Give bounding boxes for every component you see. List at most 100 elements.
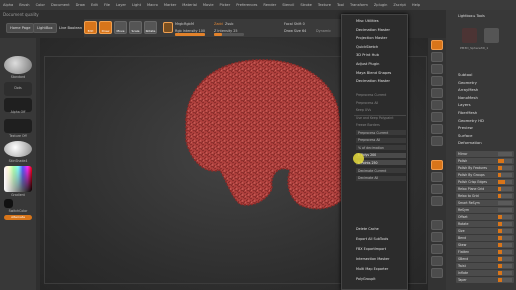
palette-section-geometry[interactable]: Geometry <box>446 80 516 85</box>
deformation-row[interactable]: Size <box>456 228 514 234</box>
move-view-button[interactable] <box>431 172 443 182</box>
deformation-slider[interactable] <box>498 187 512 191</box>
dropdown-item[interactable]: Adjust Plugin <box>356 62 379 66</box>
decimation-control[interactable]: Decimate Current <box>356 168 406 173</box>
palette-section-deformation[interactable]: Deformation <box>446 140 516 145</box>
deformation-row[interactable]: Taper <box>456 277 514 283</box>
deformation-row[interactable]: Relax Plane Grid <box>456 186 514 192</box>
tool-thumbnail-icon[interactable] <box>462 28 477 43</box>
deformation-slider[interactable] <box>498 278 512 282</box>
deformation-row[interactable]: Bend <box>456 235 514 241</box>
dropdown-item[interactable]: Maya Blend Shapes <box>356 71 391 75</box>
polymesh-thumbnail-icon[interactable] <box>484 28 499 43</box>
dropdown-item[interactable]: 3D Print Hub <box>356 53 379 57</box>
decimation-option[interactable]: Preprocess All <box>356 101 378 105</box>
fur-mesh-shape[interactable] <box>185 59 354 210</box>
deformation-row[interactable]: Twist <box>456 263 514 269</box>
xpose-button[interactable] <box>431 268 443 278</box>
deformation-slider[interactable] <box>498 173 512 177</box>
dropdown-item[interactable]: Decimation Master <box>356 28 390 32</box>
dropdown-item[interactable]: Decimation Master <box>356 79 390 83</box>
persp-button[interactable] <box>431 112 443 122</box>
deformation-row[interactable]: Flatten <box>456 249 514 255</box>
decimation-control[interactable]: k Points 250 <box>356 160 406 166</box>
palette-section-surface[interactable]: Surface <box>446 133 516 138</box>
dropdown-item[interactable]: PolyGroupIt <box>356 277 376 281</box>
decimation-control[interactable]: Preprocess All <box>356 137 406 143</box>
deformation-row[interactable]: Mirror <box>456 151 514 157</box>
deformation-slider[interactable] <box>498 166 512 170</box>
dropdown-item[interactable]: Projection Master <box>356 36 387 40</box>
rotate-view-button[interactable] <box>431 196 443 206</box>
deformation-slider[interactable] <box>498 229 512 233</box>
deformation-row[interactable]: Polish By Features <box>456 165 514 171</box>
dropdown-item[interactable]: Multi Map Exporter <box>356 267 388 271</box>
deformation-slider[interactable] <box>498 250 512 254</box>
deformation-slider-fill <box>498 257 503 261</box>
solo-button[interactable] <box>431 256 443 266</box>
decimation-option[interactable]: Preprocess Current <box>356 93 386 97</box>
deformation-slider[interactable] <box>498 208 512 212</box>
decimation-control[interactable]: Decimate All <box>356 175 406 181</box>
decimation-option[interactable]: Freeze Borders <box>356 123 380 127</box>
aahalf-button[interactable] <box>431 100 443 110</box>
palette-section-preview[interactable]: Preview <box>446 125 516 130</box>
decimation-option[interactable]: Use and Keep Polypaint <box>356 116 394 120</box>
deformation-row[interactable]: Polish Crisp Edges <box>456 179 514 185</box>
deformation-row[interactable]: SBend <box>456 256 514 262</box>
deformation-slider[interactable] <box>498 271 512 275</box>
deformation-row[interactable]: Offset <box>456 214 514 220</box>
spix-button[interactable] <box>431 52 443 62</box>
palette-section-fibermesh[interactable]: FiberMesh <box>446 110 516 115</box>
deformation-row[interactable]: Relax to Grid <box>456 193 514 199</box>
palette-section-layers[interactable]: Layers <box>446 102 516 107</box>
dropdown-item[interactable]: FBX ExportImport <box>356 247 386 251</box>
deformation-slider[interactable] <box>498 236 512 240</box>
deformation-slider[interactable] <box>498 201 512 205</box>
bpr-button[interactable] <box>431 40 443 50</box>
decimation-option[interactable]: Keep UVs <box>356 108 371 112</box>
deformation-row-label: Relax Plane Grid <box>458 186 485 191</box>
deformation-slider[interactable] <box>498 180 512 184</box>
deformation-slider[interactable] <box>498 152 512 156</box>
deformation-row[interactable]: Rotate <box>456 221 514 227</box>
deformation-row[interactable]: ReSym <box>456 207 514 213</box>
dropdown-item[interactable]: Intersection Masker <box>356 257 389 261</box>
deformation-slider[interactable] <box>498 215 512 219</box>
deformation-row[interactable]: Inflate <box>456 270 514 276</box>
scale-view-button[interactable] <box>431 184 443 194</box>
deformation-row-label: Rotate <box>458 221 469 226</box>
dropdown-item[interactable]: Misc Utilities <box>356 19 379 23</box>
palette-section-subtool[interactable]: Subtool <box>446 72 516 77</box>
palette-section-nanomesh[interactable]: NanoMesh <box>446 95 516 100</box>
deformation-slider[interactable] <box>498 264 512 268</box>
deformation-row-label: Mirror <box>458 151 468 156</box>
deformation-slider[interactable] <box>498 243 512 247</box>
deformation-row[interactable]: Smart ReSym <box>456 200 514 206</box>
deformation-slider-fill <box>498 229 503 233</box>
deformation-slider[interactable] <box>498 222 512 226</box>
deformation-row[interactable]: Polish By Groups <box>456 172 514 178</box>
floor-button[interactable] <box>431 124 443 134</box>
deformation-row[interactable]: Polish <box>456 158 514 164</box>
palette-section-arraymesh[interactable]: ArrayMesh <box>446 87 516 92</box>
decimation-control[interactable]: % of decimation <box>356 145 406 151</box>
polyf-button[interactable] <box>431 220 443 230</box>
local-button[interactable] <box>431 136 443 146</box>
scroll-button[interactable] <box>431 64 443 74</box>
palette-section-geometry-hd[interactable]: Geometry HD <box>446 118 516 123</box>
deformation-row[interactable]: Skew <box>456 242 514 248</box>
dropdown-item[interactable]: QuickSketch <box>356 45 378 49</box>
frame-button[interactable] <box>431 160 443 170</box>
deformation-slider[interactable] <box>498 257 512 261</box>
dropdown-item[interactable]: Delete Cache <box>356 227 379 231</box>
dropdown-item[interactable]: Export All SubTools <box>356 237 388 241</box>
deformation-slider-fill <box>498 264 503 268</box>
ghost-button[interactable] <box>431 244 443 254</box>
deformation-slider[interactable] <box>498 159 512 163</box>
decimation-control[interactable]: Preprocess Current <box>356 130 406 135</box>
deformation-slider[interactable] <box>498 194 512 198</box>
transp-button[interactable] <box>431 232 443 242</box>
zoom-button[interactable] <box>431 76 443 86</box>
actual-button[interactable] <box>431 88 443 98</box>
